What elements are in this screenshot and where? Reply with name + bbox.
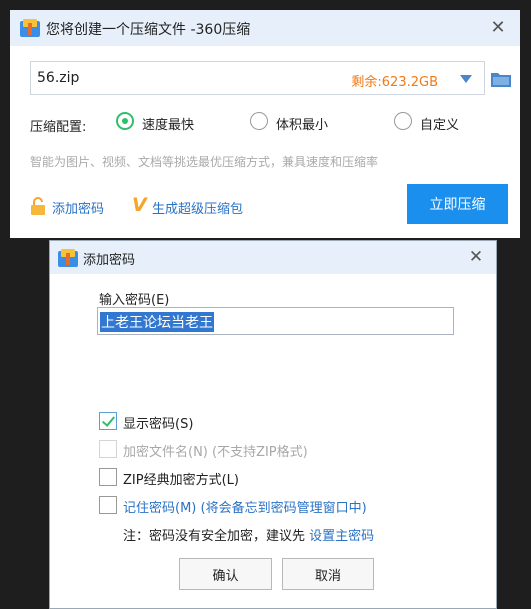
- encrypt-filenames-label: 加密文件名(N) (不支持ZIP格式): [123, 445, 308, 460]
- archive-app-icon: [58, 249, 78, 267]
- folder-icon[interactable]: [490, 69, 512, 89]
- compress-window-titlebar: 您将创建一个压缩文件 -360压缩 ✕: [10, 10, 520, 46]
- lock-icon: [31, 197, 45, 215]
- option-custom-label: 自定义: [420, 118, 460, 133]
- remember-password-checkbox[interactable]: 记住密码(M) (将会备忘到密码管理窗口中): [99, 495, 399, 517]
- archive-app-icon: [20, 19, 40, 37]
- set-master-password-link[interactable]: 设置主密码: [309, 529, 374, 544]
- remember-password-label: 记住密码(M) (将会备忘到密码管理窗口中): [123, 501, 367, 516]
- password-input-label: 输入密码(E): [99, 293, 170, 308]
- super-pack-link[interactable]: V 生成超级压缩包: [132, 194, 272, 217]
- close-icon[interactable]: ✕: [486, 16, 510, 40]
- password-dialog-titlebar: 添加密码 ✕: [50, 241, 496, 274]
- security-note: 注：密码没有安全加密，建议先 设置主密码: [123, 525, 374, 544]
- add-password-dialog: 添加密码 ✕ 输入密码(E) 上老王论坛当老王 显示密码(S) 加密文件名(N)…: [49, 240, 497, 609]
- confirm-button[interactable]: 确认: [179, 558, 272, 590]
- add-password-label: 添加密码: [52, 202, 105, 217]
- compress-config-label: 压缩配置:: [30, 120, 87, 135]
- super-pack-icon: V: [132, 194, 147, 216]
- password-input[interactable]: 上老王论坛当老王: [97, 307, 454, 335]
- dialog-title: 添加密码: [83, 253, 136, 268]
- security-note-text: 注：密码没有安全加密，建议先: [123, 529, 310, 544]
- show-password-label: 显示密码(S): [123, 417, 194, 432]
- archive-path-value[interactable]: 56.zip: [37, 70, 79, 86]
- free-space-label: 剩余:623.2GB: [351, 75, 438, 90]
- zip-classic-encryption-checkbox[interactable]: ZIP经典加密方式(L): [99, 467, 259, 489]
- option-fastest-radio[interactable]: 速度最快: [116, 111, 206, 133]
- password-input-value[interactable]: 上老王论坛当老王: [100, 312, 214, 332]
- compress-now-button[interactable]: 立即压缩: [407, 184, 508, 224]
- zip-classic-encryption-label: ZIP经典加密方式(L): [123, 473, 239, 488]
- close-icon[interactable]: ✕: [464, 245, 488, 269]
- encrypt-filenames-checkbox: 加密文件名(N) (不支持ZIP格式): [99, 439, 359, 461]
- option-custom-radio[interactable]: 自定义: [394, 111, 474, 133]
- cancel-button[interactable]: 取消: [282, 558, 374, 590]
- compress-hint: 智能为图片、视频、文档等挑选最优压缩方式，兼具速度和压缩率: [30, 155, 379, 169]
- chevron-down-icon[interactable]: [460, 75, 472, 83]
- option-smallest-label: 体积最小: [276, 118, 329, 133]
- option-smallest-radio[interactable]: 体积最小: [250, 111, 340, 133]
- super-pack-label: 生成超级压缩包: [152, 202, 244, 217]
- show-password-checkbox[interactable]: 显示密码(S): [99, 411, 219, 433]
- compress-window: 您将创建一个压缩文件 -360压缩 ✕ 56.zip 剩余:623.2GB 压缩…: [10, 10, 520, 238]
- archive-path-field[interactable]: 56.zip 剩余:623.2GB: [30, 61, 485, 95]
- window-title: 您将创建一个压缩文件 -360压缩: [46, 22, 251, 38]
- option-fastest-label: 速度最快: [142, 118, 195, 133]
